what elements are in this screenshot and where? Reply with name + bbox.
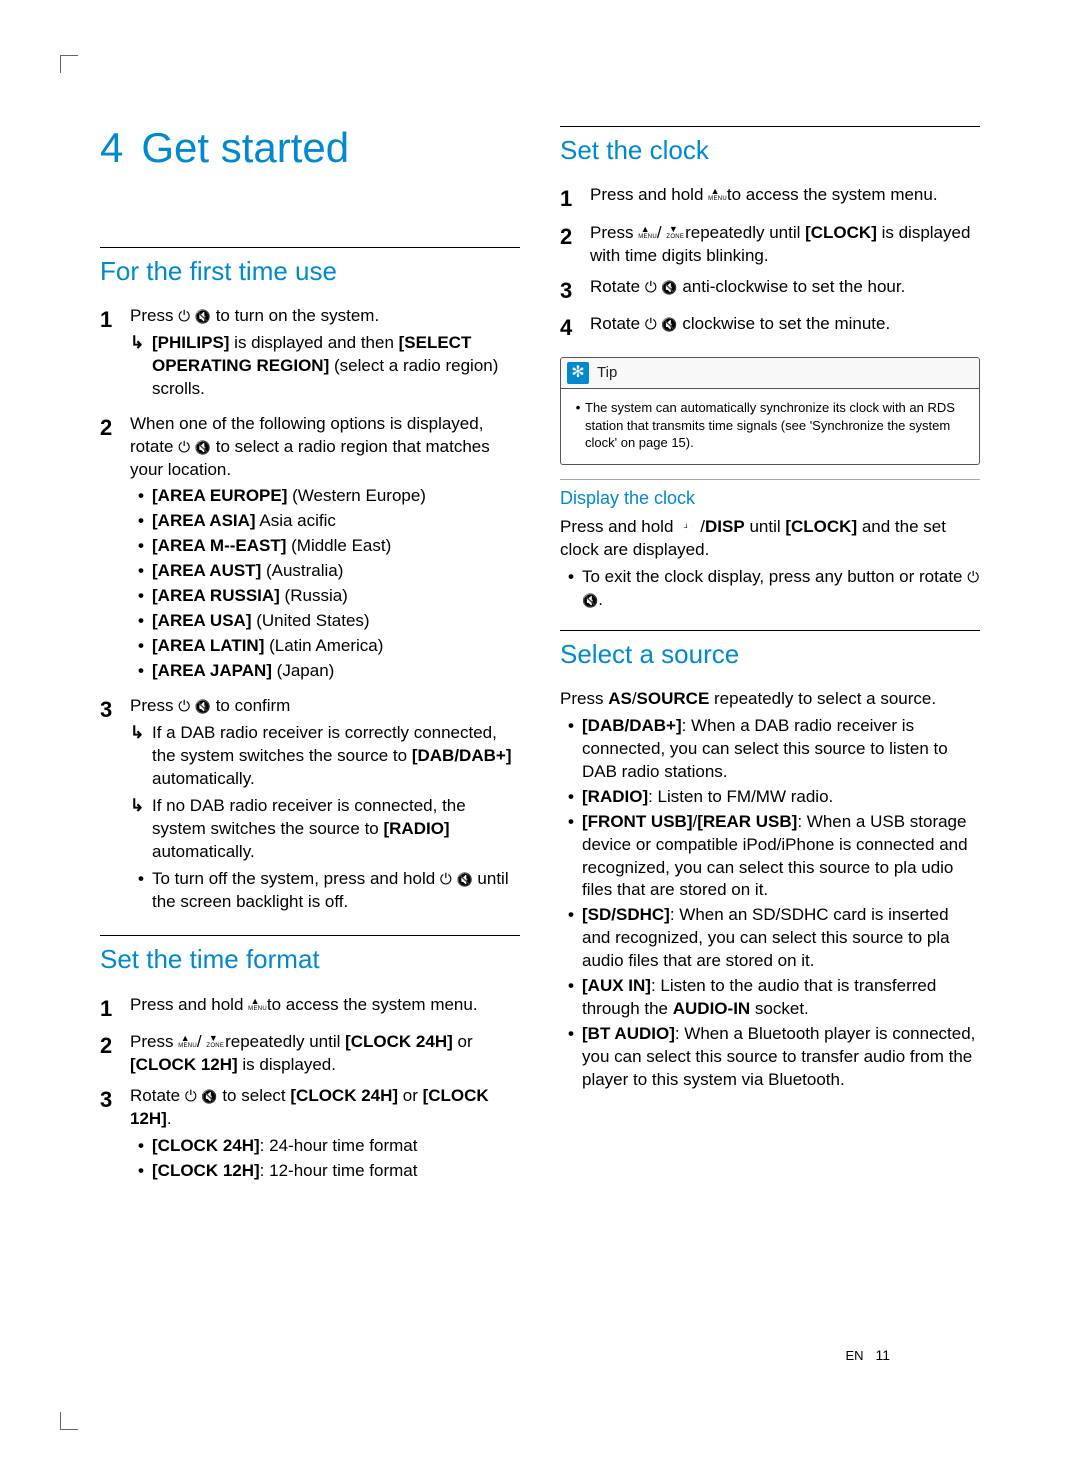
mute-icon (661, 276, 677, 299)
result-item: If no DAB radio receiver is connected, t… (130, 795, 520, 864)
heading-display-clock: Display the clock (560, 479, 980, 510)
right-column: Set the clock 1Press and hold to access … (560, 120, 980, 1195)
step-number: 2 (100, 413, 130, 687)
zone-down-icon (206, 1034, 220, 1049)
footer-lang: EN (846, 1348, 864, 1363)
step-number: 1 (560, 184, 590, 214)
power-icon (645, 276, 657, 299)
source-list: [DAB/DAB+]: When a DAB radio receiver is… (560, 715, 980, 1092)
display-clock-bullets: To exit the clock display, press any but… (560, 566, 980, 612)
step-number: 2 (560, 222, 590, 268)
heading-first-use: For the first time use (100, 247, 520, 289)
step-number: 3 (560, 276, 590, 306)
set-clock-steps: 1Press and hold to access the system men… (560, 184, 980, 343)
power-icon (645, 313, 657, 336)
step-number: 3 (100, 695, 130, 918)
power-icon (178, 436, 190, 459)
power-icon (967, 566, 979, 589)
step-number: 2 (100, 1031, 130, 1077)
step-number: 1 (100, 994, 130, 1024)
mute-icon (201, 1085, 217, 1108)
time-format-steps: 1 Press and hold to access the system me… (100, 994, 520, 1187)
note-list: To turn off the system, press and hold u… (130, 868, 520, 914)
area-list: [AREA EUROPE] (Western Europe) [AREA ASI… (130, 485, 520, 683)
page: 4 Get started For the first time use 1 Pr… (100, 120, 980, 1195)
mute-icon (582, 589, 598, 612)
display-clock-text: Press and hold /DISP until [CLOCK] and t… (560, 516, 980, 562)
tip-body: The system can automatically synchronize… (561, 389, 979, 464)
step-body: Press to confirm If a DAB radio receiver… (130, 695, 520, 918)
page-footer: EN 11 (846, 1346, 891, 1365)
crop-mark-bl (60, 1412, 78, 1430)
tip-label: Tip (597, 363, 617, 383)
zone-down-icon (666, 225, 680, 240)
mute-icon (195, 695, 211, 718)
power-icon (178, 695, 190, 718)
clock-format-options: [CLOCK 24H]: 24-hour time format [CLOCK … (130, 1135, 520, 1183)
chapter-number: 4 (100, 120, 123, 177)
menu-up-icon (178, 1034, 192, 1049)
power-icon (178, 305, 190, 328)
crop-mark-tl (60, 55, 78, 73)
tip-box: Tip The system can automatically synchro… (560, 357, 980, 465)
step-number: 4 (560, 313, 590, 343)
clock-icon (678, 516, 695, 539)
heading-select-source: Select a source (560, 630, 980, 672)
tip-header: Tip (561, 358, 979, 389)
left-column: 4 Get started For the first time use 1 Pr… (100, 120, 520, 1195)
mute-icon (661, 313, 677, 336)
step-number: 1 (100, 305, 130, 405)
select-source-intro: Press AS/SOURCE repeatedly to select a s… (560, 688, 980, 711)
first-use-steps: 1 Press to turn on the system. [PHILIPS]… (100, 305, 520, 918)
menu-up-icon (248, 997, 262, 1012)
mute-icon (457, 868, 473, 891)
result-item: If a DAB radio receiver is correctly con… (130, 722, 520, 791)
heading-set-clock: Set the clock (560, 126, 980, 168)
footer-page: 11 (875, 1347, 890, 1363)
menu-up-icon (638, 225, 652, 240)
mute-icon (195, 436, 211, 459)
step-body: Press to turn on the system. [PHILIPS] i… (130, 305, 520, 405)
mute-icon (195, 305, 211, 328)
step-number: 3 (100, 1085, 130, 1187)
result-item: [PHILIPS] is displayed and then [SELECT … (130, 332, 520, 401)
menu-up-icon (708, 187, 722, 202)
power-icon (185, 1085, 197, 1108)
chapter-title-text: Get started (141, 124, 349, 171)
step-body: When one of the following options is dis… (130, 413, 520, 687)
power-icon (440, 868, 452, 891)
heading-time-format: Set the time format (100, 935, 520, 977)
chapter-title: 4 Get started (100, 120, 520, 177)
tip-star-icon (567, 362, 589, 384)
